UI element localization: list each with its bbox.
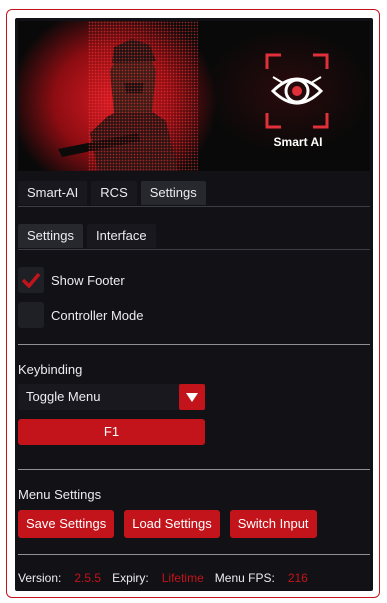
controller-mode-checkbox[interactable] (18, 302, 44, 328)
show-footer-checkbox[interactable] (18, 267, 44, 293)
keybind-key-button[interactable]: F1 (18, 419, 205, 445)
controller-mode-option: Controller Mode (18, 302, 144, 328)
show-footer-option: Show Footer (18, 267, 125, 293)
keybinding-heading: Keybinding (18, 362, 83, 377)
keybind-action-value: Toggle Menu (26, 389, 101, 404)
fps-label: Menu FPS: (214, 571, 275, 585)
tab-settings[interactable]: Settings (140, 181, 206, 205)
save-settings-button[interactable]: Save Settings (18, 510, 115, 538)
fps-value: 216 (287, 571, 308, 585)
status-footer: Version: 2.5.5 Expiry: Lifetime Menu FPS… (18, 571, 319, 585)
load-settings-button[interactable]: Load Settings (124, 510, 220, 538)
tab-rcs[interactable]: RCS (91, 181, 137, 205)
soldier-artwork (58, 21, 198, 171)
divider (18, 206, 370, 207)
controller-mode-label: Controller Mode (51, 307, 144, 323)
expiry-label: Expiry: (112, 571, 149, 585)
show-footer-label: Show Footer (51, 272, 125, 288)
banner-image: Smart AI (18, 21, 370, 171)
dropdown-arrow-icon[interactable] (179, 384, 205, 410)
subtab-settings[interactable]: Settings (18, 224, 83, 248)
expiry-value: Lifetime (161, 571, 204, 585)
divider (18, 469, 370, 470)
version-label: Version: (18, 571, 62, 585)
tab-smart-ai[interactable]: Smart-AI (18, 181, 88, 205)
version-value: 2.5.5 (74, 571, 102, 585)
subtab-interface[interactable]: Interface (86, 224, 156, 248)
logo-text: Smart AI (273, 135, 323, 149)
menu-panel: Smart AI Smart-AI RCS Settings Settings … (15, 18, 373, 591)
menu-settings-heading: Menu Settings (18, 487, 102, 502)
menu-settings-buttons: Save Settings Load Settings Switch Input (18, 510, 317, 538)
window-frame: Smart AI Smart-AI RCS Settings Settings … (6, 9, 380, 598)
divider (18, 344, 370, 345)
divider (18, 554, 370, 555)
keybind-action-select[interactable]: Toggle Menu (18, 384, 205, 410)
switch-input-button[interactable]: Switch Input (229, 510, 317, 538)
sub-tab-bar: Settings Interface (18, 224, 156, 248)
checkmark-icon (21, 272, 41, 288)
divider (18, 249, 370, 250)
smart-ai-eye-logo (265, 53, 329, 129)
main-tab-bar: Smart-AI RCS Settings (18, 181, 206, 205)
